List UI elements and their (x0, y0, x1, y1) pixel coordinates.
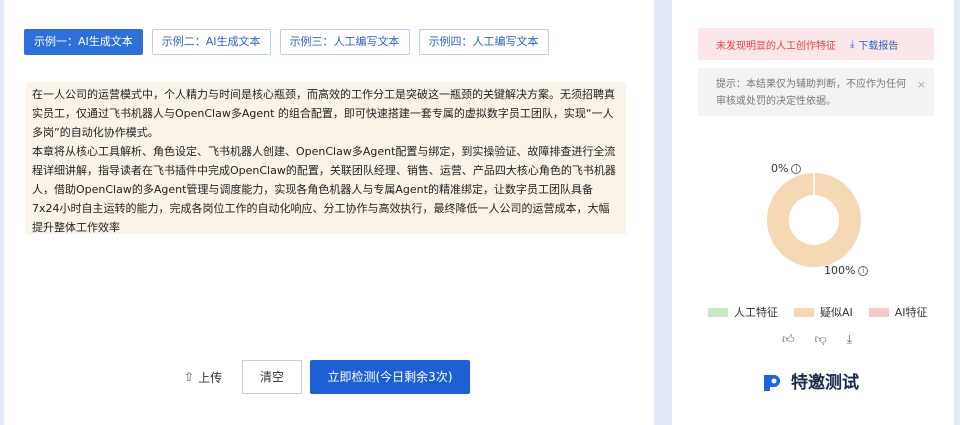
bottom-percent-label: 100% i (824, 264, 869, 277)
upload-icon: ⇧ (184, 370, 195, 384)
brand-name: 特邀测试 (791, 373, 859, 393)
example-tabs: 示例一：AI生成文本 示例二：AI生成文本 示例三：人工编写文本 示例四：人工编… (24, 29, 549, 55)
info-icon[interactable]: i (858, 265, 869, 276)
result-panel: 未发现明显的人工创作特征 ⤓ 下载报告 提示：本结果仅为辅助判断，不应作为任何审… (672, 0, 954, 425)
upload-button[interactable]: ⇧ 上传 (184, 369, 242, 386)
tab-example-2[interactable]: 示例二：AI生成文本 (151, 29, 271, 55)
legend-label-human: 人工特征 (734, 306, 778, 319)
legend-label-suspected-ai: 疑似AI (820, 306, 853, 319)
donut-svg (767, 173, 861, 267)
input-panel: 示例一：AI生成文本 示例二：AI生成文本 示例三：人工编写文本 示例四：人工编… (4, 0, 654, 425)
bottom-percent-value: 100% (824, 264, 856, 277)
legend-item-suspected-ai: 疑似AI (794, 304, 853, 320)
chart-legend: 人工特征 疑似AI AI特征 (708, 304, 928, 320)
text-paragraph-1: 在一人公司的运营模式中，个人精力与时间是核心瓶颈，而高效的工作分工是突破这一瓶颈… (32, 88, 615, 139)
brand-logo: 特邀测试 (762, 368, 859, 393)
hint-box: 提示：本结果仅为辅助判断，不应作为任何审核或处罚的决定性依据。 × (698, 68, 934, 116)
result-notice: 未发现明显的人工创作特征 ⤓ 下载报告 (698, 28, 934, 60)
close-icon[interactable]: × (917, 76, 926, 93)
legend-label-ai: AI特征 (894, 306, 928, 319)
download-label: 下载报告 (858, 40, 899, 52)
legend-swatch-ai (868, 307, 889, 317)
feedback-bar: 👍︎ 👎︎ ⤓ (782, 332, 852, 347)
thumbs-down-icon[interactable]: 👎︎ (815, 332, 827, 347)
upload-label: 上传 (198, 370, 223, 385)
action-bar: ⇧ 上传 清空 立即检测(今日剩余3次) (184, 360, 470, 394)
legend-item-ai: AI特征 (868, 304, 928, 320)
thumbs-up-icon[interactable]: 👍︎ (782, 332, 795, 347)
download-icon[interactable]: ⤓ (847, 332, 852, 347)
clear-button[interactable]: 清空 (242, 360, 302, 394)
tab-example-1[interactable]: 示例一：AI生成文本 (24, 29, 143, 55)
legend-swatch-human (708, 307, 728, 317)
text-paragraph-2: 本章将从核心工具解析、角色设定、飞书机器人创建、OpenClaw多Agent配置… (32, 145, 616, 234)
legend-item-human: 人工特征 (708, 304, 778, 320)
legend-swatch-suspected-ai (794, 307, 814, 317)
notice-text: 未发现明显的人工创作特征 (716, 40, 836, 52)
detect-button[interactable]: 立即检测(今日剩余3次) (310, 360, 470, 394)
brand-icon (764, 374, 780, 391)
hint-text: 提示：本结果仅为辅助判断，不应作为任何审核或处罚的决定性依据。 (716, 79, 906, 107)
tab-example-3[interactable]: 示例三：人工编写文本 (279, 29, 410, 55)
result-donut-chart (764, 170, 864, 270)
tab-example-4[interactable]: 示例四：人工编写文本 (418, 29, 549, 55)
download-icon: ⤓ (850, 38, 855, 50)
text-input-area[interactable]: 在一人公司的运营模式中，个人精力与时间是核心瓶颈，而高效的工作分工是突破这一瓶颈… (26, 82, 626, 234)
download-report-link[interactable]: ⤓ 下载报告 (850, 37, 898, 52)
